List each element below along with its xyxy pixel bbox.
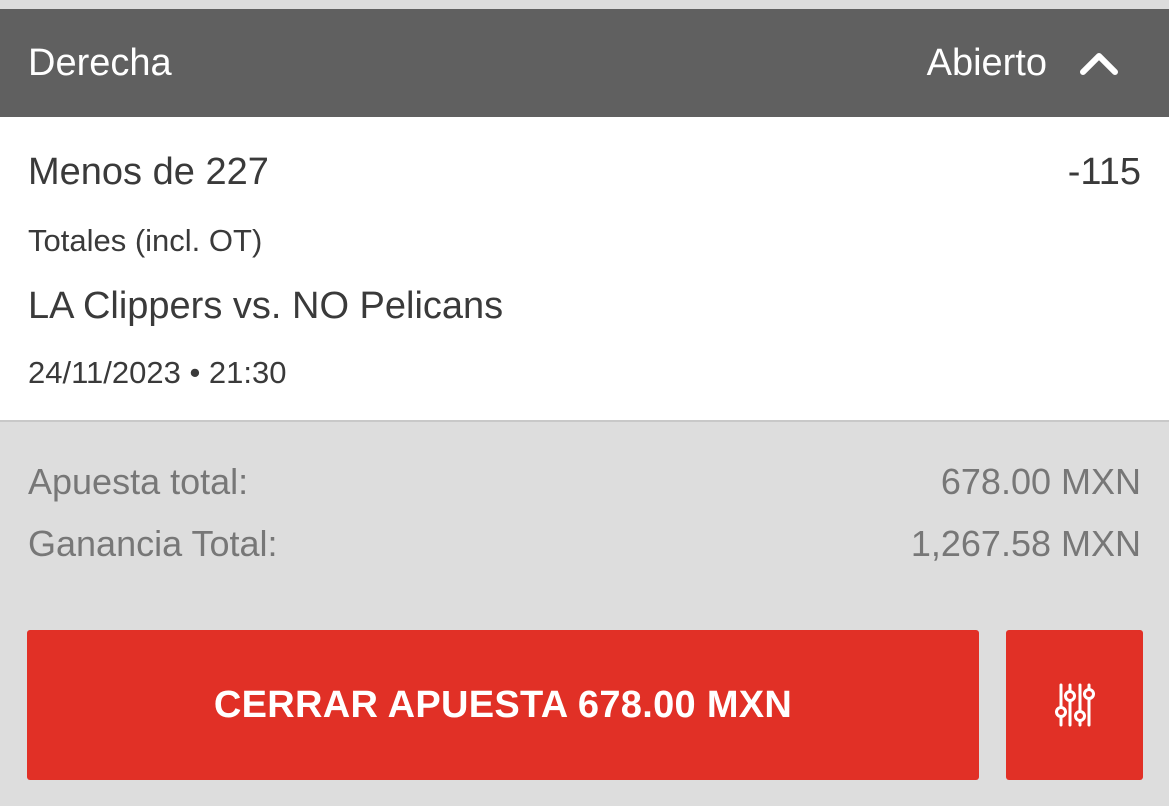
event-name: LA Clippers vs. NO Pelicans: [28, 285, 504, 327]
bet-type-title: Derecha: [28, 42, 172, 84]
bet-status: Abierto: [926, 42, 1047, 84]
cashout-button[interactable]: CERRAR APUESTA 678.00 MXN: [27, 630, 979, 780]
event-datetime: 24/11/2023 • 21:30: [28, 355, 287, 390]
top-strip: [0, 0, 1169, 9]
payout-value: 1,267.58 MXN: [910, 523, 1141, 564]
collapse-button[interactable]: [1075, 42, 1123, 84]
chevron-up-icon: [1080, 53, 1118, 75]
payout-label: Ganancia Total:: [28, 523, 278, 564]
sliders-icon: [1054, 683, 1095, 727]
cashout-settings-button[interactable]: [1006, 630, 1143, 780]
bet-header[interactable]: Derecha Abierto: [0, 9, 1169, 117]
stake-row: Apuesta total: 678.00 MXN: [28, 459, 1141, 505]
selection-card: Menos de 227 -115 Totales (incl. OT) LA …: [0, 117, 1169, 420]
stake-label: Apuesta total:: [28, 461, 249, 502]
selection-odds: -115: [1067, 151, 1141, 193]
market-name: Totales (incl. OT): [28, 223, 263, 258]
payout-row: Ganancia Total: 1,267.58 MXN: [28, 521, 1141, 567]
selection-name: Menos de 227: [28, 151, 269, 193]
divider: [0, 420, 1169, 422]
cashout-button-label: CERRAR APUESTA 678.00 MXN: [213, 683, 793, 726]
stake-value: 678.00 MXN: [940, 461, 1141, 502]
